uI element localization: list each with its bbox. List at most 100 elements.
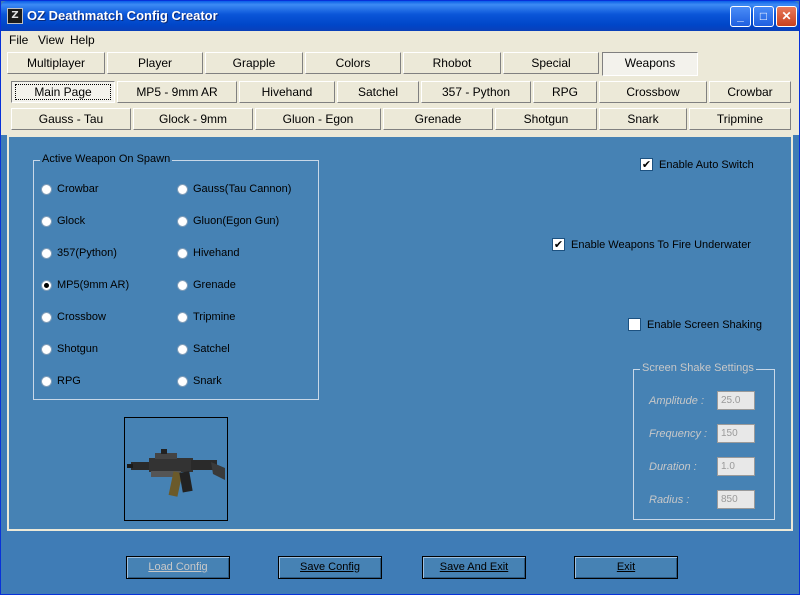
tab-main-page-label: Main Page <box>15 84 111 100</box>
tab-hivehand[interactable]: Hivehand <box>239 81 335 103</box>
radio-label: Hivehand <box>193 247 240 259</box>
menu-help[interactable]: Help <box>70 33 95 47</box>
radio-circle <box>177 247 188 259</box>
maximize-button[interactable]: □ <box>753 6 774 27</box>
radio-circle <box>41 311 52 323</box>
checkbox-label: Enable Screen Shaking <box>647 318 762 331</box>
radio-label: Gauss(Tau Cannon) <box>193 183 292 195</box>
exit-button[interactable]: Exit <box>574 556 678 579</box>
auto-switch-checkbox[interactable]: ✔ Enable Auto Switch <box>640 158 754 171</box>
frequency-input[interactable]: 150 <box>717 424 755 443</box>
radio-circle <box>41 343 52 355</box>
radio-satchel[interactable]: Satchel <box>177 342 230 356</box>
checkbox-box: ✔ <box>552 238 565 251</box>
save-config-label: Save Config <box>300 561 360 573</box>
radio-gluon[interactable]: Gluon(Egon Gun) <box>177 214 279 228</box>
tab-crossbow[interactable]: Crossbow <box>599 81 707 103</box>
screen-shake-group-title: Screen Shake Settings <box>640 362 756 374</box>
fire-underwater-checkbox[interactable]: ✔ Enable Weapons To Fire Underwater <box>552 238 751 251</box>
radio-circle <box>177 311 188 323</box>
radio-circle <box>177 343 188 355</box>
radius-label: Radius : <box>649 494 690 506</box>
radio-crowbar[interactable]: Crowbar <box>41 182 99 196</box>
radio-circle <box>177 215 188 227</box>
title-bar[interactable]: Z OZ Deathmatch Config Creator _ □ ✕ <box>1 1 799 31</box>
radio-label: Crowbar <box>57 183 99 195</box>
radius-input[interactable]: 850 <box>717 490 755 509</box>
radio-circle-selected <box>41 279 52 291</box>
radio-label: RPG <box>57 375 81 387</box>
radio-circle <box>177 375 188 387</box>
maximize-icon: □ <box>759 9 768 23</box>
window-title: OZ Deathmatch Config Creator <box>27 8 218 23</box>
close-icon: ✕ <box>781 9 792 23</box>
save-and-exit-button[interactable]: Save And Exit <box>422 556 526 579</box>
radio-circle <box>177 279 188 291</box>
tab-crowbar[interactable]: Crowbar <box>709 81 791 103</box>
frequency-label: Frequency : <box>649 428 708 440</box>
radio-crossbow[interactable]: Crossbow <box>41 310 106 324</box>
app-icon[interactable]: Z <box>7 8 23 24</box>
tab-multiplayer[interactable]: Multiplayer <box>7 52 105 74</box>
radio-circle <box>41 247 52 259</box>
tab-special[interactable]: Special <box>503 52 599 74</box>
radio-label: Snark <box>193 375 222 387</box>
radio-rpg[interactable]: RPG <box>41 374 81 388</box>
tab-rpg[interactable]: RPG <box>533 81 597 103</box>
save-config-button[interactable]: Save Config <box>278 556 382 579</box>
minimize-button[interactable]: _ <box>730 6 751 27</box>
exit-label: Exit <box>616 561 636 573</box>
radio-gauss[interactable]: Gauss(Tau Cannon) <box>177 182 291 196</box>
tab-snark[interactable]: Snark <box>599 108 687 130</box>
tab-gauss-tau[interactable]: Gauss - Tau <box>11 108 131 130</box>
radio-mp5[interactable]: MP5(9mm AR) <box>41 278 129 292</box>
load-config-label: Load Config <box>148 561 208 573</box>
radio-tripmine[interactable]: Tripmine <box>177 310 235 324</box>
amplitude-label: Amplitude : <box>649 395 705 407</box>
tab-player[interactable]: Player <box>107 52 203 74</box>
radio-357-python[interactable]: 357(Python) <box>41 246 117 260</box>
tab-main-page[interactable]: Main Page <box>11 81 115 103</box>
weapon-preview <box>124 417 228 521</box>
radio-glock[interactable]: Glock <box>41 214 85 228</box>
menu-file[interactable]: File <box>9 33 28 47</box>
radio-grenade[interactable]: Grenade <box>177 278 236 292</box>
radio-label: Tripmine <box>193 311 236 323</box>
minimize-icon: _ <box>737 9 744 23</box>
app-window: Z OZ Deathmatch Config Creator _ □ ✕ Fil… <box>0 0 800 595</box>
radio-circle <box>41 375 52 387</box>
checkbox-label: Enable Weapons To Fire Underwater <box>571 238 751 251</box>
tab-weapons[interactable]: Weapons <box>602 52 698 76</box>
menu-bar: File View Help <box>1 31 799 49</box>
tab-satchel[interactable]: Satchel <box>337 81 419 103</box>
menu-view[interactable]: View <box>38 33 64 47</box>
radio-label: Gluon(Egon Gun) <box>193 215 280 227</box>
amplitude-input[interactable]: 25.0 <box>717 391 755 410</box>
duration-label: Duration : <box>649 461 697 473</box>
radio-label: 357(Python) <box>57 247 117 259</box>
checkbox-box <box>628 318 641 331</box>
screen-shaking-checkbox[interactable]: Enable Screen Shaking <box>628 318 762 331</box>
radio-label: Satchel <box>193 343 230 355</box>
tab-shotgun[interactable]: Shotgun <box>495 108 597 130</box>
radio-label: Glock <box>57 215 86 227</box>
tab-gluon-egon[interactable]: Gluon - Egon <box>255 108 381 130</box>
radio-snark[interactable]: Snark <box>177 374 222 388</box>
tab-grapple[interactable]: Grapple <box>205 52 303 74</box>
weapon-tab-row-1: Main Page MP5 - 9mm AR Hivehand Satchel … <box>1 77 799 105</box>
tab-tripmine[interactable]: Tripmine <box>689 108 791 130</box>
close-button[interactable]: ✕ <box>776 6 797 27</box>
duration-input[interactable]: 1.0 <box>717 457 755 476</box>
load-config-button[interactable]: Load Config <box>126 556 230 579</box>
tab-colors[interactable]: Colors <box>305 52 401 74</box>
tab-glock-9mm[interactable]: Glock - 9mm <box>133 108 253 130</box>
mp5-rifle-icon <box>127 449 225 497</box>
radio-shotgun[interactable]: Shotgun <box>41 342 98 356</box>
radio-hivehand[interactable]: Hivehand <box>177 246 239 260</box>
tab-mp5[interactable]: MP5 - 9mm AR <box>117 81 237 103</box>
tab-rhobot[interactable]: Rhobot <box>403 52 501 74</box>
checkbox-label: Enable Auto Switch <box>659 158 754 171</box>
radio-circle <box>41 183 52 195</box>
tab-357-python[interactable]: 357 - Python <box>421 81 531 103</box>
tab-grenade[interactable]: Grenade <box>383 108 493 130</box>
